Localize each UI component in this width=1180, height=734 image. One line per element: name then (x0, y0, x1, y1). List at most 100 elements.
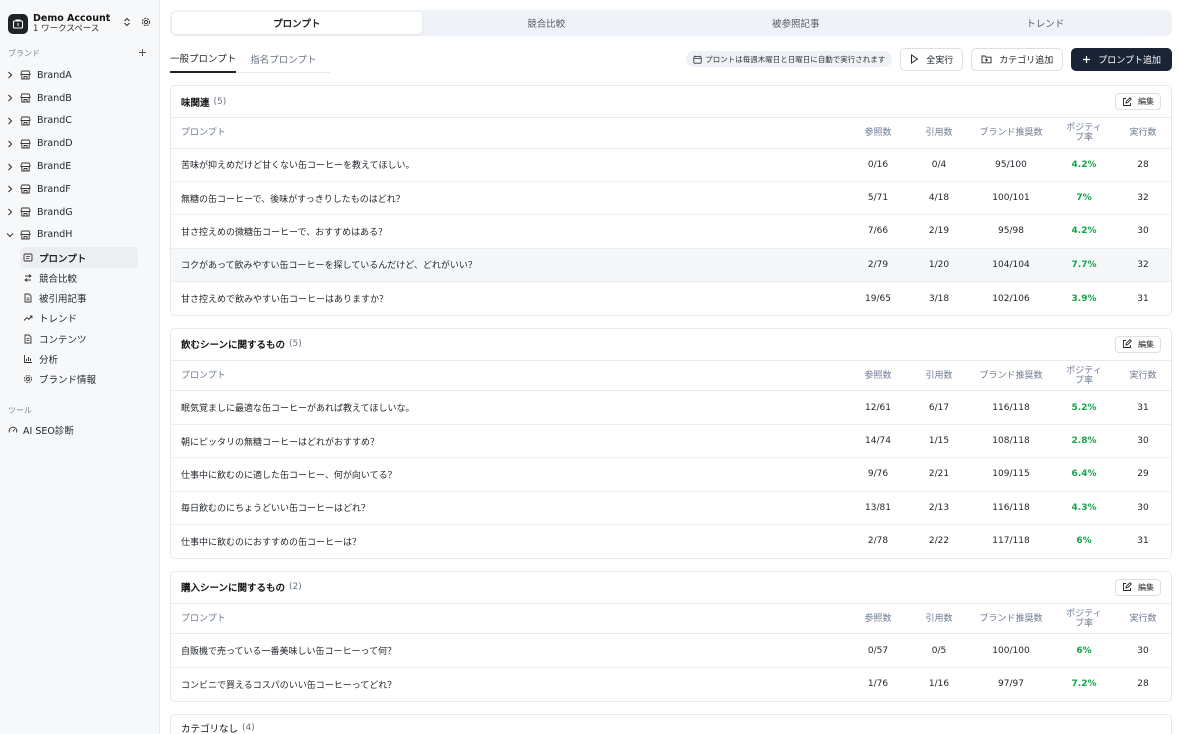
add-brand-plus-icon[interactable] (138, 48, 147, 59)
col-header-positive-line1: ポジティ (1066, 608, 1102, 619)
settings-gear-icon[interactable] (141, 17, 151, 30)
col-header-citations: 引用数 (909, 603, 969, 635)
store-icon (20, 116, 34, 126)
sidebar-brand-f[interactable]: BrandF (0, 178, 159, 201)
col-header-runs: 実行数 (1115, 118, 1171, 149)
sidebar-item-cited-articles[interactable]: 被引用記事 (20, 288, 138, 308)
cell-prompt: 苦味が抑えめだけど甘くない缶コーヒーを教えてほしい。 (171, 148, 847, 182)
table-row[interactable]: 仕事中に飲むのに適した缶コーヒー、何が向いてる？ 9/76 2/21 109/1… (171, 457, 1171, 492)
cell-prompt: 無糖の缶コーヒーで、後味がすっきりしたものはどれ？ (171, 181, 847, 216)
cell-brand-recs: 95/98 (969, 214, 1053, 249)
sidebar-brand-e[interactable]: BrandE (0, 155, 159, 178)
tab-referenced-articles[interactable]: 被参照記事 (671, 12, 921, 34)
add-prompt-button[interactable]: プロンプト追加 (1071, 47, 1172, 71)
gear-icon (23, 374, 35, 384)
sidebar-brand-h[interactable]: BrandH (0, 224, 159, 247)
sidebar-brand-c[interactable]: BrandC (0, 110, 159, 133)
sidebar-brand-d[interactable]: BrandD (0, 132, 159, 155)
cell-runs: 32 (1115, 248, 1171, 283)
edit-category-button[interactable]: 編集 (1115, 93, 1161, 110)
cell-brand-recs: 100/101 (969, 181, 1053, 216)
cell-positive-rate: 6.4% (1053, 457, 1115, 492)
chevron-right-icon[interactable] (4, 185, 16, 193)
cell-brand-recs: 97/97 (998, 679, 1024, 690)
tab-general-prompts[interactable]: 一般プロンプト (170, 45, 237, 73)
brand-label: BrandE (37, 161, 72, 173)
chevron-right-icon[interactable] (4, 117, 16, 125)
brand-label: BrandB (37, 92, 72, 104)
table-row[interactable]: 無糖の缶コーヒーで、後味がすっきりしたものはどれ？ 5/71 4/18 100/… (171, 181, 1171, 216)
cell-positive-rate: 4.3% (1053, 491, 1115, 526)
tab-prompts[interactable]: プロンプト (172, 12, 422, 34)
edit-label: 編集 (1138, 339, 1154, 349)
chevron-right-icon[interactable] (4, 140, 16, 148)
sidebar-brand-b[interactable]: BrandB (0, 87, 159, 110)
table-row[interactable]: 甘さ控えめで飲みやすい缶コーヒーはありますか？ 19/65 3/18 102/1… (171, 282, 1171, 315)
table-row[interactable]: 甘さ控えめの微糖缶コーヒーで、おすすめはある？ 7/66 2/19 95/98 … (171, 214, 1171, 249)
tab-competitor[interactable]: 競合比較 (422, 12, 672, 34)
switch-chevrons-icon[interactable] (123, 17, 131, 30)
chevron-right-icon[interactable] (4, 163, 16, 171)
brand-label: BrandA (37, 69, 72, 81)
cell-citations: 2/19 (909, 214, 969, 249)
plus-icon (1082, 55, 1091, 64)
col-header-refs: 参照数 (847, 603, 909, 635)
table-row[interactable]: コクがあって飲みやすい缶コーヒーを探しているんだけど、どれがいい？ 2/79 1… (171, 248, 1171, 283)
edit-category-button[interactable]: 編集 (1115, 335, 1161, 353)
chevron-right-icon[interactable] (4, 94, 16, 102)
chevron-right-icon[interactable] (4, 208, 16, 216)
cell-refs: 14/74 (847, 424, 909, 459)
play-icon (910, 54, 919, 64)
cell-citations: 1/15 (909, 424, 969, 459)
store-icon (20, 184, 34, 194)
cell-citations: 2/21 (909, 457, 969, 492)
table-row[interactable]: 仕事中に飲むのにおすすめの缶コーヒーは？ 2/78 2/22 117/118 6… (171, 525, 1171, 558)
sidebar-brand-g[interactable]: BrandG (0, 201, 159, 224)
run-all-button[interactable]: 全実行 (900, 47, 964, 71)
cell-prompt: 仕事中に飲むのにおすすめの缶コーヒーは？ (181, 537, 362, 548)
sidebar-item-brand-info[interactable]: ブランド情報 (20, 369, 138, 389)
sidebar-brand-a[interactable]: BrandA (0, 64, 159, 87)
tab-named-prompts[interactable]: 指名プロンプト (250, 45, 316, 72)
table-row[interactable]: 自販機で売っている一番美味しい缶コーヒーって何？ 0/57 0/5 100/10… (171, 633, 1171, 668)
cell-brand-recs: 117/118 (992, 536, 1030, 547)
category-count: (4) (242, 722, 255, 733)
sidebar-item-content[interactable]: コンテンツ (20, 329, 138, 349)
table-row[interactable]: 毎日飲むのにちょうどいい缶コーヒーはどれ？ 13/81 2/13 116/118… (171, 491, 1171, 526)
add-category-button[interactable]: カテゴリ追加 (971, 47, 1064, 71)
col-header-positive-rate: ポジティ ブ率 (1053, 360, 1115, 392)
workspace-count: 1 ワークスペース (33, 23, 100, 34)
sidebar-item-analysis[interactable]: 分析 (20, 349, 138, 369)
edit-icon (1122, 339, 1132, 349)
cell-runs: 30 (1115, 424, 1171, 459)
tab-trend[interactable]: トレンド (921, 12, 1171, 34)
table-row[interactable]: 苦味が抑えめだけど甘くない缶コーヒーを教えてほしい。 0/16 0/4 95/1… (171, 148, 1171, 182)
cell-prompt: 自販機で売っている一番美味しい缶コーヒーって何？ (171, 633, 847, 668)
col-header-prompt: プロンプト (171, 360, 847, 392)
tools-label: ツール (8, 406, 32, 416)
chevron-right-icon[interactable] (4, 71, 16, 79)
chevron-down-icon[interactable] (4, 232, 16, 238)
cell-refs: 12/61 (847, 390, 909, 425)
col-header-brand-recs: ブランド推奨数 (969, 360, 1053, 392)
sidebar-item-prompts[interactable]: プロンプト (20, 247, 138, 268)
store-icon (20, 70, 34, 80)
store-icon (20, 162, 34, 172)
sidebar-item-ai-seo[interactable]: AI SEO診断 (0, 419, 159, 441)
table-row[interactable]: 眠気覚ましに最適な缶コーヒーがあれば教えてほしいな。 12/61 6/17 11… (171, 390, 1171, 425)
table-row[interactable]: コンビニで買えるコスパのいい缶コーヒーってどれ？ 1/76 1/16 97/97… (171, 667, 1171, 700)
account-switcher[interactable]: Demo Account 1 ワークスペース (0, 0, 159, 38)
edit-category-button[interactable]: 編集 (1115, 578, 1161, 596)
col-header-runs: 実行数 (1115, 603, 1171, 635)
col-header-positive-line2: ブ率 (1074, 132, 1093, 143)
cell-refs: 9/76 (847, 457, 909, 492)
table-row[interactable]: 朝にピッタリの無糖コーヒーはどれがおすすめ？ 14/74 1/15 108/11… (171, 424, 1171, 459)
brand-label: BrandF (37, 183, 71, 195)
cell-citations: 1/20 (909, 248, 969, 283)
store-icon (20, 207, 34, 217)
sidebar-item-trend[interactable]: トレンド (20, 308, 138, 328)
cell-prompt: コクがあって飲みやすい缶コーヒーを探しているんだけど、どれがいい？ (171, 248, 847, 283)
cell-citations: 2/22 (928, 536, 950, 547)
sidebar-item-competitor[interactable]: 競合比較 (20, 268, 138, 288)
edit-icon (1122, 582, 1132, 592)
